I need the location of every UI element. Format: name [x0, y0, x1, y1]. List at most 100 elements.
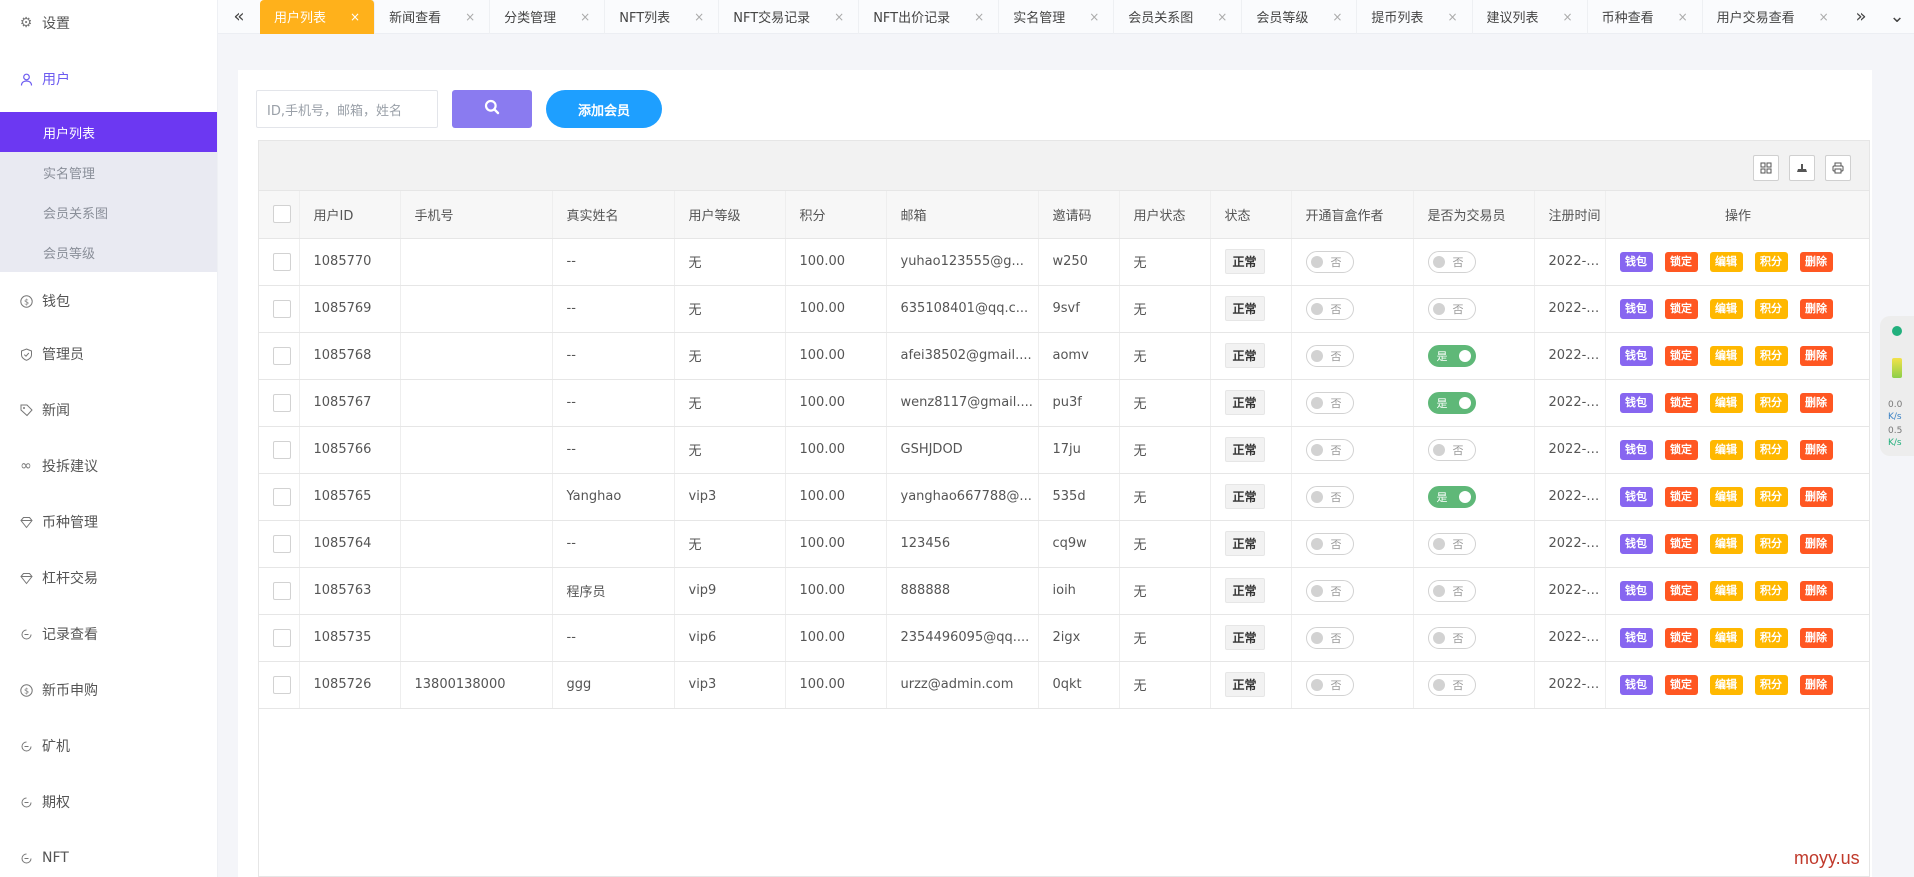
tabs-prev-button[interactable]: «	[218, 0, 260, 34]
col-header[interactable]: 状态	[1210, 191, 1292, 239]
search-input[interactable]: ID,手机号，邮箱，姓名	[256, 90, 438, 128]
blind-box-toggle[interactable]: 否	[1305, 438, 1354, 461]
tab[interactable]: 建议列表 ×	[1473, 0, 1588, 34]
tab[interactable]: 会员关系图 ×	[1114, 0, 1243, 34]
close-icon[interactable]: ×	[350, 10, 360, 24]
edit-button[interactable]: 编辑	[1709, 392, 1743, 413]
close-icon[interactable]: ×	[1447, 10, 1457, 24]
wallet-button[interactable]: 钱包	[1619, 580, 1653, 601]
delete-button[interactable]: 删除	[1799, 251, 1833, 272]
col-header[interactable]: 积分	[785, 191, 887, 239]
row-checkbox[interactable]	[273, 252, 291, 271]
trader-toggle[interactable]: 否	[1427, 250, 1476, 273]
trader-toggle[interactable]: 否	[1427, 438, 1476, 461]
tab[interactable]: NFT列表 ×	[605, 0, 720, 34]
points-button[interactable]: 积分	[1754, 674, 1788, 695]
wallet-button[interactable]: 钱包	[1619, 392, 1653, 413]
blind-box-toggle[interactable]: 否	[1305, 391, 1354, 414]
wallet-button[interactable]: 钱包	[1619, 486, 1653, 507]
sidebar-sub-member-graph[interactable]: 会员关系图	[0, 192, 217, 232]
add-member-button[interactable]: 添加会员	[546, 90, 662, 128]
trader-toggle[interactable]: 否	[1427, 297, 1476, 320]
sidebar-item-leverage[interactable]: 杠杆交易	[0, 550, 217, 606]
tab[interactable]: 用户交易查看 ×	[1703, 0, 1840, 34]
blind-box-toggle[interactable]: 否	[1305, 250, 1354, 273]
sidebar-sub-member-level[interactable]: 会员等级	[0, 232, 217, 272]
delete-button[interactable]: 删除	[1799, 392, 1833, 413]
close-icon[interactable]: ×	[1332, 10, 1342, 24]
lock-button[interactable]: 锁定	[1664, 580, 1698, 601]
tab[interactable]: 币种查看 ×	[1588, 0, 1703, 34]
col-header[interactable]: 手机号	[400, 191, 553, 239]
tab[interactable]: 会员等级 ×	[1242, 0, 1358, 34]
blind-box-toggle[interactable]: 否	[1305, 344, 1354, 367]
sidebar-item-new-coin[interactable]: $ 新币申购	[0, 662, 217, 718]
lock-button[interactable]: 锁定	[1664, 627, 1698, 648]
close-icon[interactable]: ×	[834, 10, 844, 24]
trader-toggle[interactable]: 否	[1427, 673, 1476, 696]
col-header[interactable]: 用户ID	[299, 191, 401, 239]
close-icon[interactable]: ×	[694, 10, 704, 24]
tab[interactable]: NFT交易记录 ×	[719, 0, 860, 34]
sidebar-item-currency[interactable]: 币种管理	[0, 494, 217, 550]
sidebar-sub-realname[interactable]: 实名管理	[0, 152, 217, 192]
row-checkbox[interactable]	[273, 675, 291, 694]
points-button[interactable]: 积分	[1754, 533, 1788, 554]
sidebar-item-records[interactable]: 记录查看	[0, 606, 217, 662]
points-button[interactable]: 积分	[1754, 486, 1788, 507]
sidebar-item-users[interactable]: 用户	[0, 46, 217, 112]
sidebar-item-miner[interactable]: 矿机	[0, 718, 217, 774]
close-icon[interactable]: ×	[1089, 10, 1099, 24]
col-header[interactable]: 用户等级	[674, 191, 786, 239]
edit-button[interactable]: 编辑	[1709, 674, 1743, 695]
close-icon[interactable]: ×	[1563, 10, 1573, 24]
col-header[interactable]: 注册时间	[1534, 191, 1606, 239]
trader-toggle[interactable]: 是	[1427, 391, 1476, 414]
blind-box-toggle[interactable]: 否	[1305, 579, 1354, 602]
row-checkbox[interactable]	[273, 346, 291, 365]
trader-toggle[interactable]: 是	[1427, 344, 1476, 367]
row-checkbox[interactable]	[273, 628, 291, 647]
edit-button[interactable]: 编辑	[1709, 580, 1743, 601]
blind-box-toggle[interactable]: 否	[1305, 485, 1354, 508]
row-checkbox[interactable]	[273, 581, 291, 600]
delete-button[interactable]: 删除	[1799, 627, 1833, 648]
columns-filter-icon[interactable]	[1753, 155, 1779, 181]
edit-button[interactable]: 编辑	[1709, 298, 1743, 319]
points-button[interactable]: 积分	[1754, 251, 1788, 272]
row-checkbox[interactable]	[273, 534, 291, 553]
trader-toggle[interactable]: 否	[1427, 532, 1476, 555]
blind-box-toggle[interactable]: 否	[1305, 532, 1354, 555]
delete-button[interactable]: 删除	[1799, 345, 1833, 366]
close-icon[interactable]: ×	[465, 10, 475, 24]
edit-button[interactable]: 编辑	[1709, 486, 1743, 507]
edit-button[interactable]: 编辑	[1709, 533, 1743, 554]
lock-button[interactable]: 锁定	[1664, 533, 1698, 554]
trader-toggle[interactable]: 是	[1427, 485, 1476, 508]
lock-button[interactable]: 锁定	[1664, 345, 1698, 366]
wallet-button[interactable]: 钱包	[1619, 251, 1653, 272]
sidebar-item-admin[interactable]: 管理员	[0, 326, 217, 382]
wallet-button[interactable]: 钱包	[1619, 345, 1653, 366]
print-icon[interactable]	[1825, 155, 1851, 181]
sidebar-item-nft[interactable]: NFT	[0, 830, 217, 877]
close-icon[interactable]: ×	[974, 10, 984, 24]
delete-button[interactable]: 删除	[1799, 533, 1833, 554]
col-header[interactable]: 是否为交易员	[1413, 191, 1535, 239]
tab[interactable]: NFT出价记录 ×	[859, 0, 1000, 34]
trader-toggle[interactable]: 否	[1427, 579, 1476, 602]
close-icon[interactable]: ×	[580, 10, 590, 24]
points-button[interactable]: 积分	[1754, 298, 1788, 319]
blind-box-toggle[interactable]: 否	[1305, 297, 1354, 320]
wallet-button[interactable]: 钱包	[1619, 298, 1653, 319]
trader-toggle[interactable]: 否	[1427, 626, 1476, 649]
sidebar-item-news[interactable]: 新闻	[0, 382, 217, 438]
close-icon[interactable]: ×	[1819, 10, 1829, 24]
col-header[interactable]: 开通盲盒作者	[1291, 191, 1414, 239]
speed-widget[interactable]: 0.0 K/s 0.5 K/s	[1880, 316, 1914, 456]
wallet-button[interactable]: 钱包	[1619, 533, 1653, 554]
sidebar-item-settings[interactable]: ⚙ 设置	[0, 0, 217, 46]
edit-button[interactable]: 编辑	[1709, 439, 1743, 460]
col-header[interactable]: 邀请码	[1038, 191, 1120, 239]
tab[interactable]: 分类管理 ×	[490, 0, 606, 34]
